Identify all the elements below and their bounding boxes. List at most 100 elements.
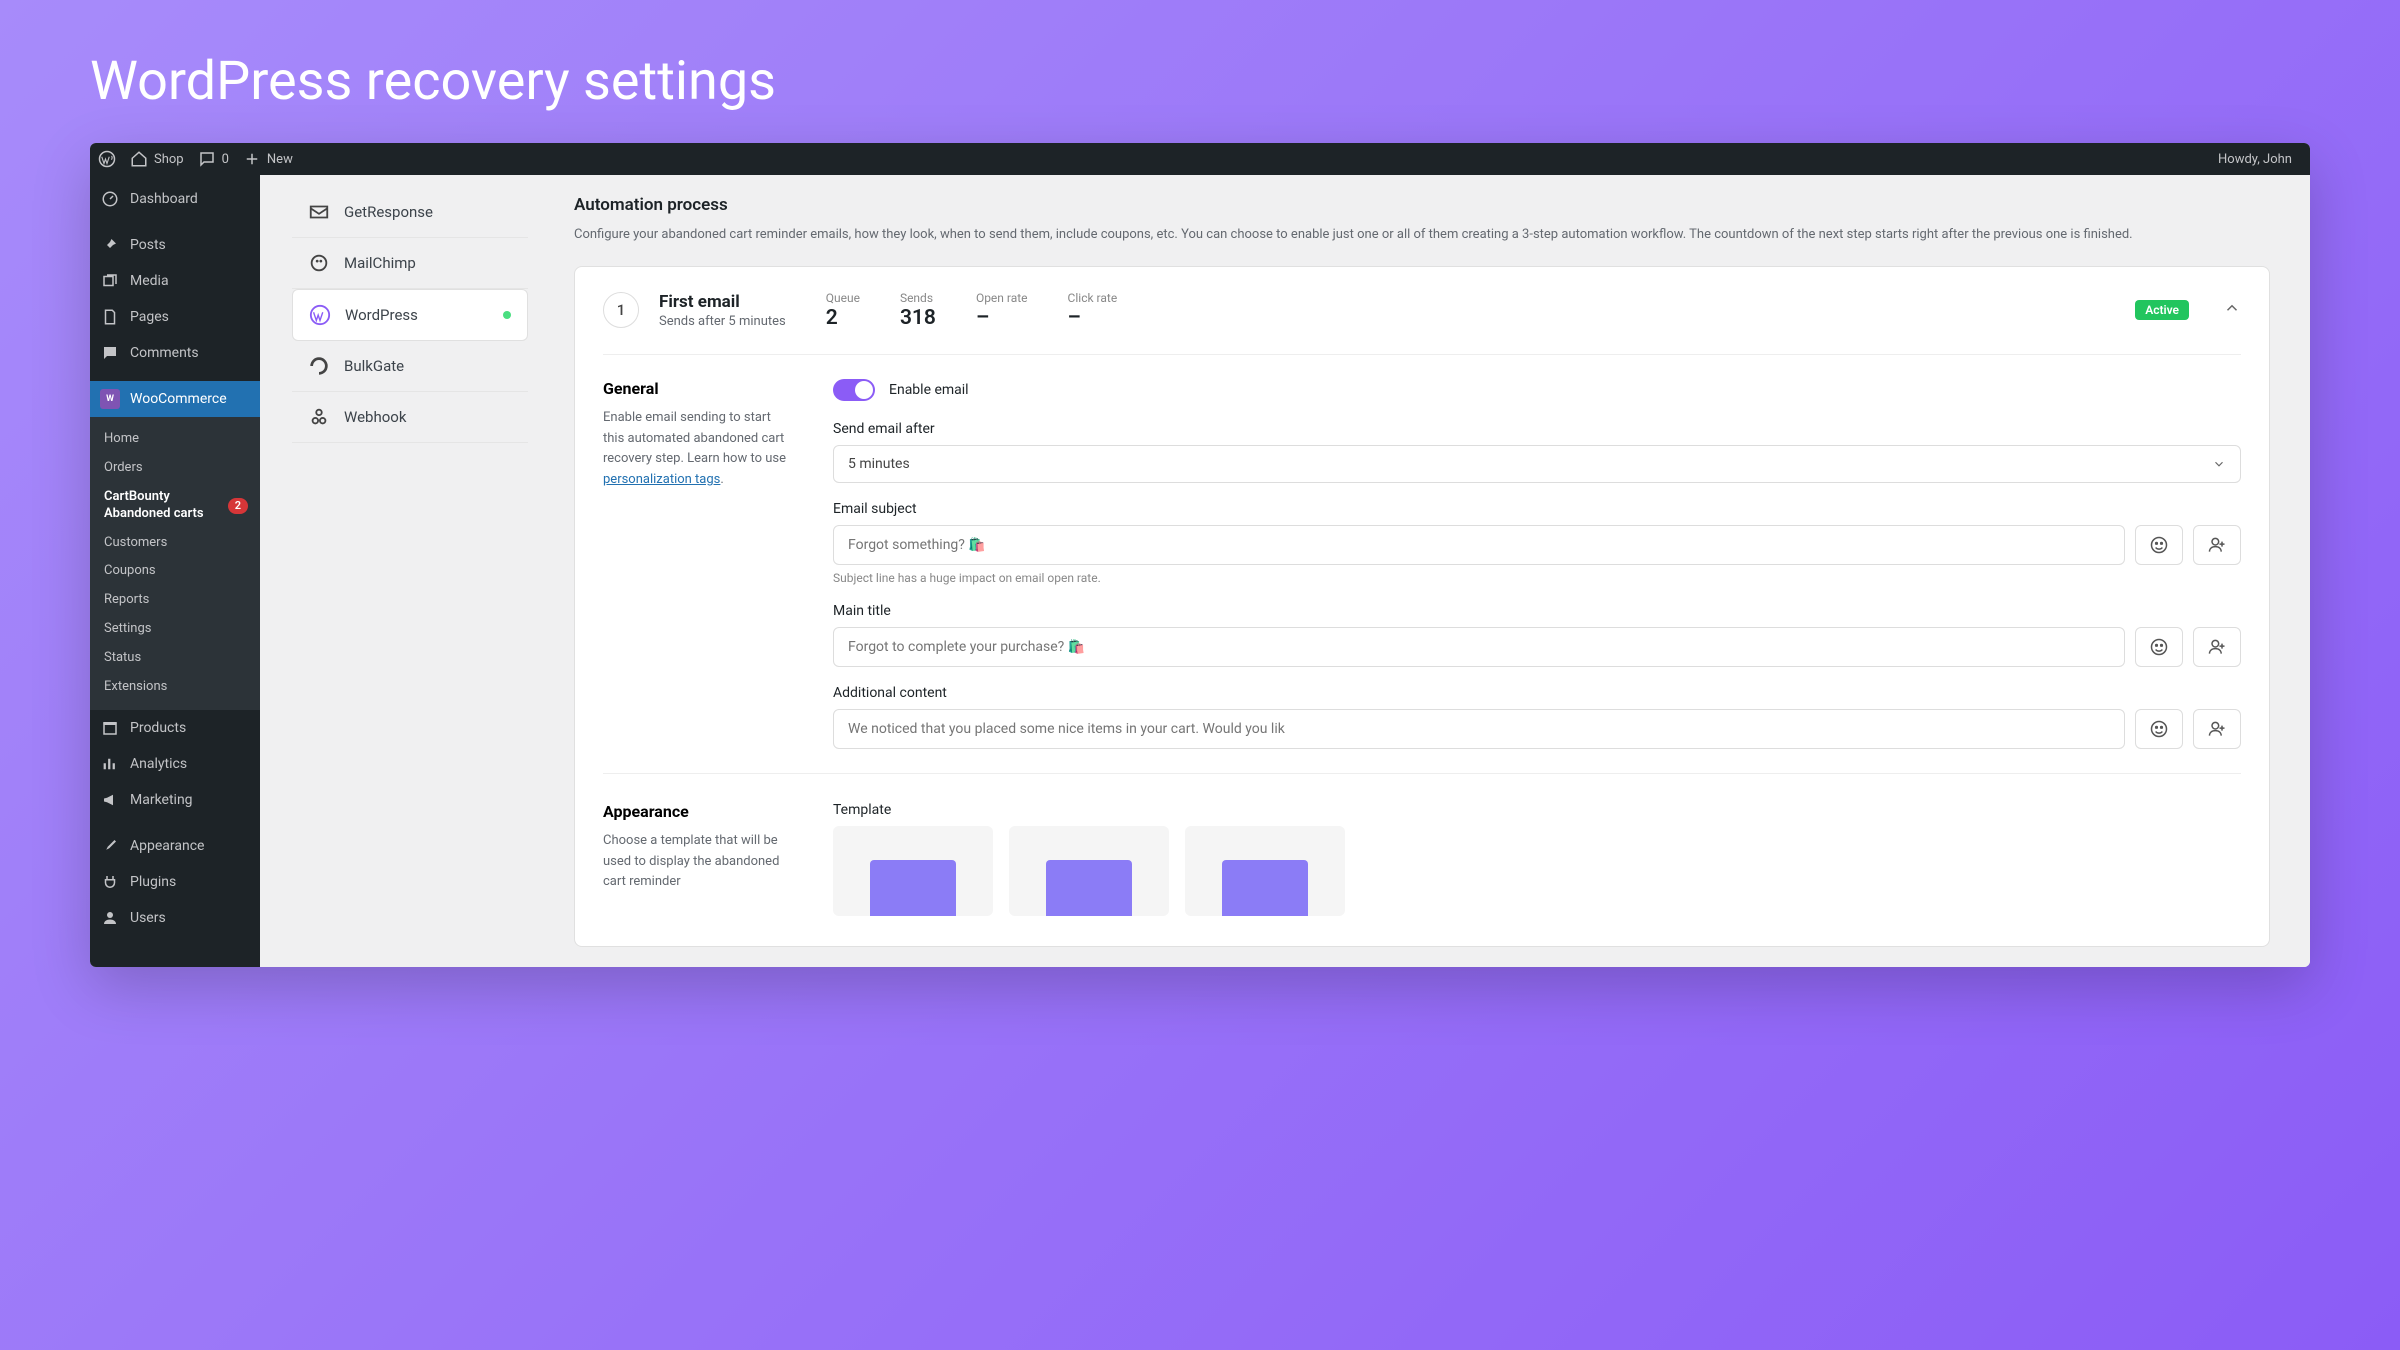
card-subtitle: Sends after 5 minutes (659, 314, 786, 329)
sidebar-item-label: Analytics (130, 756, 187, 772)
subject-help: Subject line has a huge impact on email … (833, 571, 2241, 585)
submenu-settings[interactable]: Settings (90, 615, 260, 644)
template-option-2[interactable] (1009, 826, 1169, 916)
sidebar-item-appearance[interactable]: Appearance (90, 828, 260, 864)
sidebar-item-label: Comments (130, 345, 199, 361)
comments-link[interactable]: 0 (198, 150, 229, 168)
integration-wordpress[interactable]: WordPress (292, 289, 528, 341)
bulkgate-icon (308, 355, 330, 377)
email-step-card: 1 First email Sends after 5 minutes Queu… (574, 266, 2270, 947)
pin-icon (100, 235, 120, 255)
integration-bulkgate[interactable]: BulkGate (292, 341, 528, 392)
appearance-heading: Appearance (603, 802, 793, 821)
sidebar-item-posts[interactable]: Posts (90, 227, 260, 263)
integration-label: GetResponse (344, 203, 433, 221)
sidebar-item-label: WooCommerce (130, 391, 227, 407)
page-icon (100, 307, 120, 327)
user-plus-icon (2207, 535, 2227, 555)
sidebar-item-users[interactable]: Users (90, 900, 260, 936)
subject-label: Email subject (833, 501, 2241, 517)
enable-email-toggle[interactable] (833, 379, 875, 401)
card-title: First email (659, 292, 786, 312)
sidebar-item-comments[interactable]: Comments (90, 335, 260, 371)
additional-content-input[interactable] (833, 709, 2125, 749)
emoji-picker-button[interactable] (2135, 709, 2183, 749)
sidebar-item-label: Appearance (130, 838, 204, 854)
emoji-icon (2149, 637, 2169, 657)
sidebar-item-plugins[interactable]: Plugins (90, 864, 260, 900)
personalization-button[interactable] (2193, 525, 2241, 565)
integration-mailchimp[interactable]: MailChimp (292, 238, 528, 289)
step-number-badge: 1 (603, 292, 639, 328)
section-title: Automation process (574, 195, 2270, 215)
status-badge: Active (2135, 300, 2189, 320)
sidebar-item-marketing[interactable]: Marketing (90, 782, 260, 818)
personalization-tags-link[interactable]: personalization tags (603, 472, 720, 487)
sidebar-item-dashboard[interactable]: Dashboard (90, 181, 260, 217)
new-label: New (267, 152, 293, 167)
integration-webhook[interactable]: Webhook (292, 392, 528, 443)
integrations-list: GetResponse MailChimp WordPress BulkGate… (260, 175, 544, 967)
sidebar-item-label: Products (130, 720, 186, 736)
sidebar-item-products[interactable]: Products (90, 710, 260, 746)
emoji-picker-button[interactable] (2135, 627, 2183, 667)
send-after-label: Send email after (833, 421, 2241, 437)
wp-admin-sidebar: Dashboard Posts Media Pages Comments WWo… (90, 175, 260, 967)
sidebar-item-label: Marketing (130, 792, 193, 808)
status-dot-icon (503, 311, 511, 319)
user-plus-icon (2207, 637, 2227, 657)
integration-label: Webhook (344, 408, 406, 426)
sidebar-item-label: Dashboard (130, 191, 198, 207)
submenu-status[interactable]: Status (90, 644, 260, 673)
home-icon (130, 150, 148, 168)
dashboard-icon (100, 189, 120, 209)
submenu-cartbounty[interactable]: CartBounty Abandoned carts2 (90, 483, 260, 529)
send-after-select[interactable]: 5 minutes (833, 445, 2241, 483)
sidebar-item-analytics[interactable]: Analytics (90, 746, 260, 782)
card-header: 1 First email Sends after 5 minutes Queu… (603, 291, 2241, 355)
webhook-icon (308, 406, 330, 428)
wp-logo-icon[interactable] (98, 150, 116, 168)
comment-icon (100, 343, 120, 363)
submenu-customers[interactable]: Customers (90, 529, 260, 558)
emoji-icon (2149, 535, 2169, 555)
user-plus-icon (2207, 719, 2227, 739)
megaphone-icon (100, 790, 120, 810)
user-icon (100, 908, 120, 928)
page-title: WordPress recovery settings (90, 50, 2310, 113)
submenu-home[interactable]: Home (90, 425, 260, 454)
sidebar-item-media[interactable]: Media (90, 263, 260, 299)
template-label: Template (833, 802, 2241, 818)
plug-icon (100, 872, 120, 892)
sidebar-item-pages[interactable]: Pages (90, 299, 260, 335)
emoji-picker-button[interactable] (2135, 525, 2183, 565)
submenu-extensions[interactable]: Extensions (90, 673, 260, 702)
select-value: 5 minutes (848, 456, 910, 472)
wordpress-icon (309, 304, 331, 326)
sidebar-item-woocommerce[interactable]: WWooCommerce (90, 381, 260, 417)
stat-open-rate: Open rate– (976, 291, 1028, 330)
collapse-button[interactable] (2223, 299, 2241, 321)
additional-content-label: Additional content (833, 685, 2241, 701)
subject-input[interactable] (833, 525, 2125, 565)
submenu-coupons[interactable]: Coupons (90, 557, 260, 586)
new-link[interactable]: New (243, 150, 293, 168)
general-heading: General (603, 379, 793, 398)
site-link[interactable]: Shop (130, 150, 184, 168)
stat-sends: Sends318 (900, 291, 936, 330)
sidebar-item-label: Posts (130, 237, 166, 253)
sidebar-item-label: Users (130, 910, 166, 926)
howdy-user[interactable]: Howdy, John (2218, 152, 2302, 167)
template-option-1[interactable] (833, 826, 993, 916)
personalization-button[interactable] (2193, 709, 2241, 749)
personalization-button[interactable] (2193, 627, 2241, 667)
integration-label: BulkGate (344, 357, 404, 375)
submenu-orders[interactable]: Orders (90, 454, 260, 483)
integration-getresponse[interactable]: GetResponse (292, 187, 528, 238)
integration-label: WordPress (345, 306, 418, 324)
sidebar-item-label: Pages (130, 309, 169, 325)
submenu-reports[interactable]: Reports (90, 586, 260, 615)
section-description: Configure your abandoned cart reminder e… (574, 225, 2270, 246)
template-option-3[interactable] (1185, 826, 1345, 916)
main-title-input[interactable] (833, 627, 2125, 667)
